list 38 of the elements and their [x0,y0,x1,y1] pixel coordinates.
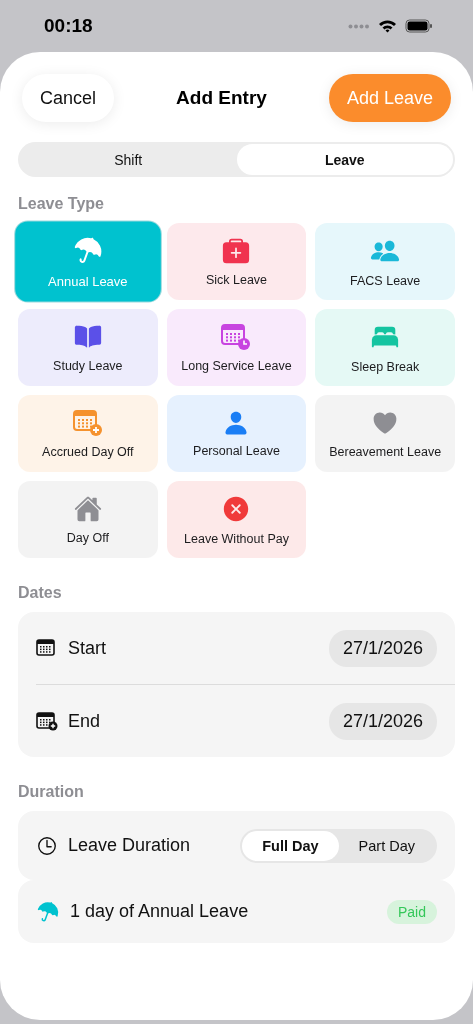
calendar-plus-icon [72,408,103,437]
calendar-icon [36,638,58,658]
section-heading: Dates [18,584,63,602]
date-picker[interactable]: 27/1/2026 [328,629,437,667]
clock-icon [36,834,58,857]
leave-type-tile[interactable]: Sick Leave [166,223,307,300]
battery-icon [405,19,433,33]
leave-type-tile[interactable]: Accrued Day Off [18,395,158,472]
duration-option[interactable]: Full Day [242,830,339,861]
duration-option[interactable]: Part Day [338,830,435,861]
leave-type-tile[interactable]: FACS Leave [315,223,455,300]
duration-label: Leave Duration [68,835,191,856]
leave-type-tile[interactable]: Bereavement Leave [315,395,455,472]
paid-badge: Paid [386,899,437,924]
signal-icon [348,23,370,29]
house-icon [73,494,102,523]
leave-type-tile[interactable]: Sleep Break [315,309,455,386]
sheet-title: Add Entry [176,87,267,109]
calendar-clock-icon [221,322,252,351]
leave-type-tile[interactable]: Long Service Leave [166,309,307,386]
leave-type-tile[interactable]: Study Leave [18,309,158,386]
cancel-button[interactable]: Cancel [22,74,115,122]
section-heading: Leave Type [18,195,105,213]
medkit-icon [222,236,251,265]
status-time: 00:18 [44,15,93,37]
wifi-icon [378,19,397,33]
person-icon [223,409,250,436]
leave-type-tile[interactable]: Personal Leave [166,395,307,472]
leave-type-tile[interactable]: Day Off [18,481,158,558]
mode-tab[interactable]: Leave [236,144,453,175]
section-heading: Duration [18,783,85,801]
leave-type-tile[interactable]: Leave Without Pay [166,481,307,558]
mode-tab[interactable]: Shift [20,144,237,175]
calendar-plus-icon [36,711,58,731]
summary-text: 1 day of Annual Leave [70,901,249,922]
date-label: End [68,710,101,732]
date-picker[interactable]: 27/1/2026 [328,702,437,740]
date-label: Start [68,637,106,659]
